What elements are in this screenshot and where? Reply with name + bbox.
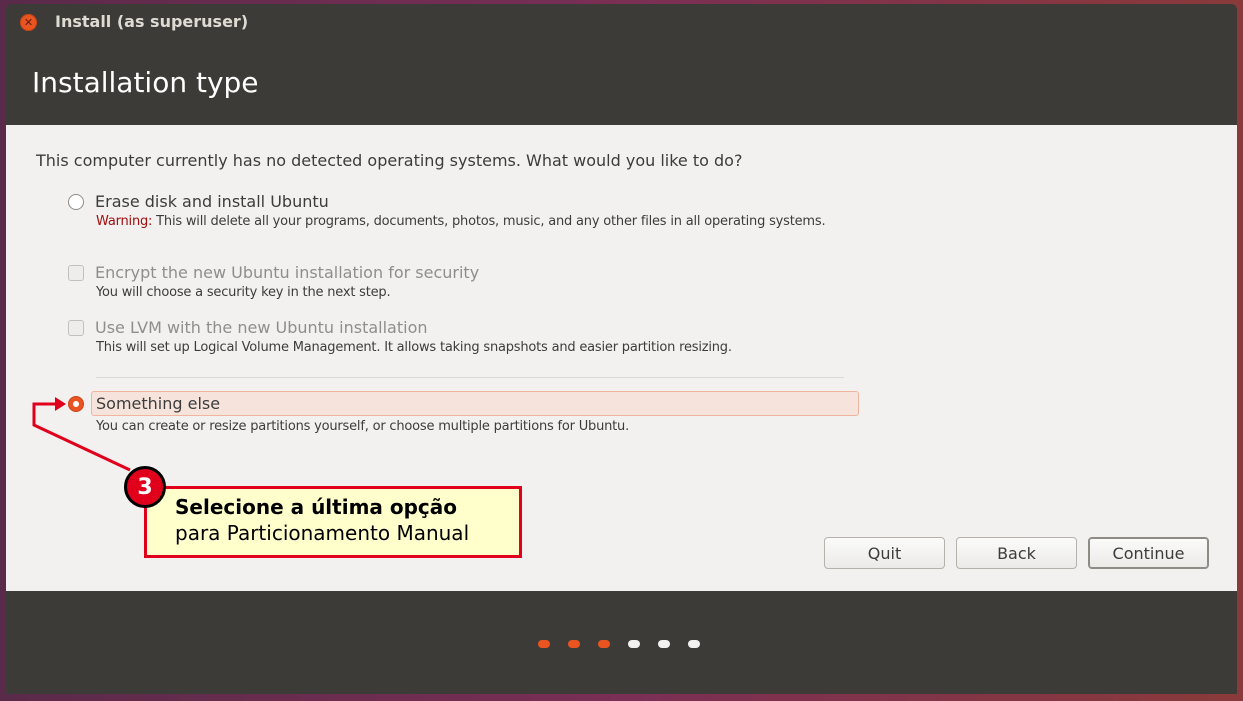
annotation-callout: Selecione a última opção para Particiona… — [144, 486, 522, 558]
callout-subtitle: para Particionamento Manual — [175, 521, 470, 545]
annotation-arrow — [32, 397, 131, 472]
step-number-badge: 3 — [124, 466, 166, 508]
callout-title: Selecione a última opção — [175, 495, 458, 519]
